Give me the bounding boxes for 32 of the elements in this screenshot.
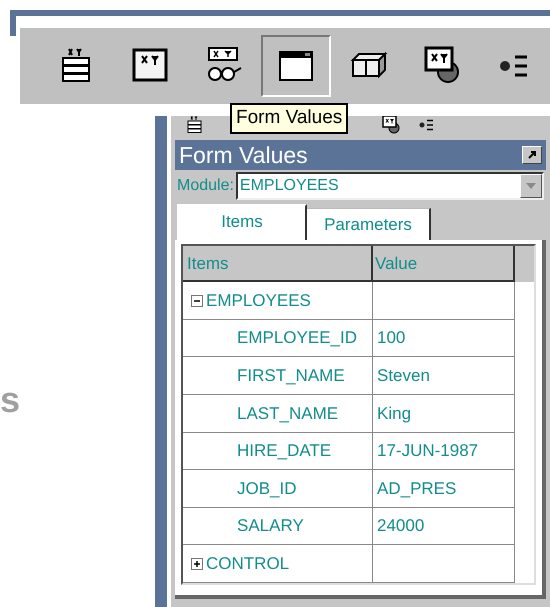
arrow-icon — [527, 150, 537, 160]
xy-globe-icon — [422, 46, 462, 86]
table-cell: Steven — [373, 357, 515, 396]
table-cell: 17-JUN-1987 — [373, 432, 515, 470]
toolbar-button[interactable] — [261, 35, 331, 97]
tab[interactable]: Items — [177, 204, 307, 240]
module-value: EMPLOYEES — [238, 176, 340, 196]
table-cell: King — [373, 395, 515, 433]
table-cell: AD_PRES — [373, 470, 515, 508]
tree-row[interactable]: EMPLOYEES — [183, 282, 373, 320]
column-header[interactable]: Value — [373, 246, 515, 282]
table-cell: SALARY — [183, 508, 373, 546]
table-cell: 24000 — [373, 508, 515, 546]
undock-button[interactable] — [522, 146, 542, 164]
table-cell: HIRE_DATE — [183, 432, 373, 470]
module-dropdown[interactable]: EMPLOYEES — [236, 172, 544, 200]
expand-icon[interactable] — [191, 558, 203, 570]
column-header[interactable]: Items — [183, 246, 373, 282]
tree-row[interactable]: CONTROL — [183, 545, 373, 583]
node-label: EMPLOYEES — [206, 290, 311, 312]
tooltip: Form Values — [230, 103, 348, 134]
table-cell: EMPLOYEE_ID — [183, 320, 373, 358]
module-label: Module: — [177, 176, 234, 196]
collapse-icon[interactable] — [191, 294, 203, 307]
table-cell: 100 — [373, 320, 515, 358]
table-cell: JOB_ID — [183, 470, 373, 508]
heading-fragment: s — [0, 382, 22, 418]
table-cell: FIRST_NAME — [183, 357, 373, 396]
tab[interactable]: Parameters — [307, 208, 431, 240]
panel-title: Form Values — [179, 144, 308, 167]
table-cell: LAST_NAME — [183, 395, 373, 433]
node-label: CONTROL — [206, 552, 290, 575]
